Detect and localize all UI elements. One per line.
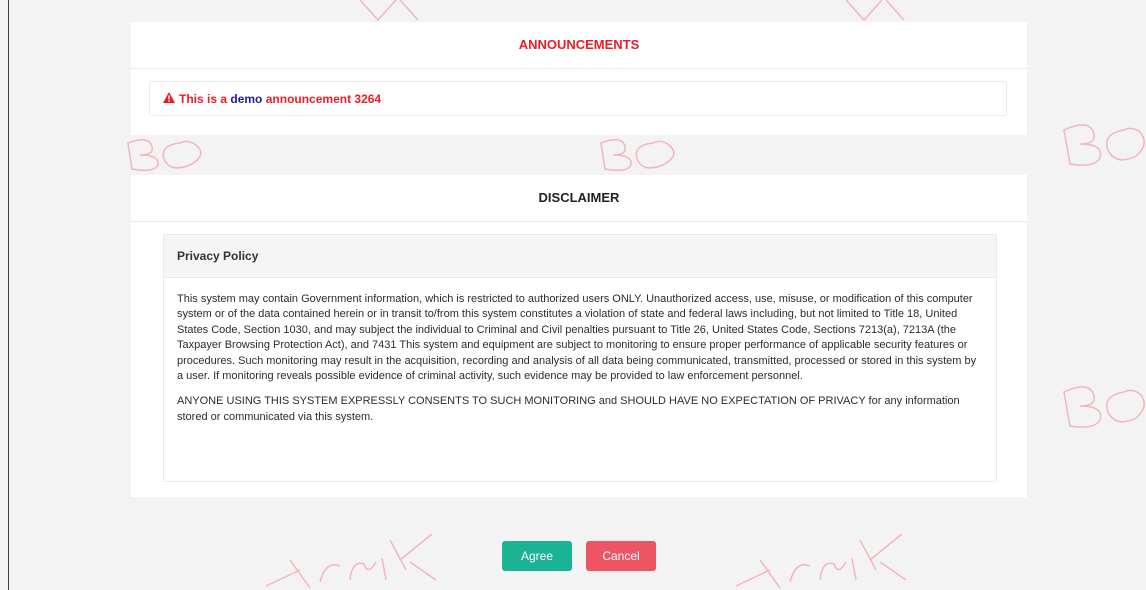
privacy-policy-panel: Privacy Policy This system may contain G…: [163, 234, 997, 482]
announcement-prefix: This is a: [179, 91, 228, 106]
disclaimer-card: DISCLAIMER Privacy Policy This system ma…: [131, 175, 1027, 497]
policy-paragraph: ANYONE USING THIS SYSTEM EXPRESSLY CONSE…: [177, 395, 960, 423]
announcement-highlight: demo: [230, 91, 263, 106]
disclaimer-title: DISCLAIMER: [131, 175, 1027, 222]
announcement-item: This is a demo announcement 3264: [149, 81, 1007, 116]
announcements-title: ANNOUNCEMENTS: [131, 22, 1027, 69]
cancel-button[interactable]: Cancel: [586, 541, 656, 571]
watermark-mark: [845, 0, 905, 22]
privacy-policy-heading: Privacy Policy: [164, 235, 996, 278]
announcement-suffix: announcement 3264: [265, 91, 382, 106]
agree-button[interactable]: Agree: [502, 541, 572, 571]
watermark-mark: [359, 0, 419, 22]
watermark-mark: [1063, 124, 1145, 166]
watermark-mark: [127, 139, 202, 172]
warning-icon: [163, 91, 175, 106]
announcements-card: ANNOUNCEMENTS This is a demo announcemen…: [131, 22, 1027, 135]
watermark-mark: [265, 533, 437, 589]
policy-paragraph: This system may contain Government infor…: [177, 293, 977, 383]
watermark-mark: [600, 139, 675, 172]
watermark-mark: [735, 533, 907, 589]
privacy-policy-body: This system may contain Government infor…: [164, 278, 996, 425]
watermark-mark: [1063, 386, 1145, 428]
page-left-border: [8, 0, 9, 590]
